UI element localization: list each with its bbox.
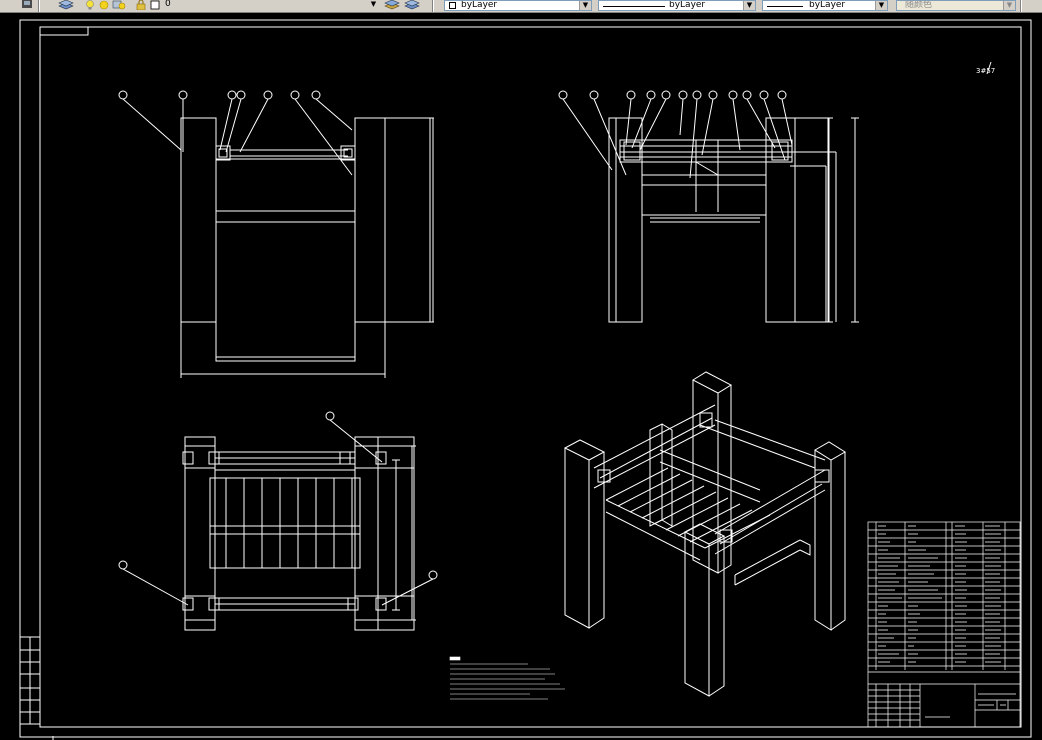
color-swatch [449, 2, 456, 9]
lineweight-control-value: byLayer [809, 0, 846, 10]
chevron-down-icon[interactable]: ▼ [1003, 1, 1015, 10]
plotstyle-control-value: 随颜色 [905, 0, 933, 10]
bill-of-materials-table [867, 521, 1021, 728]
linetype-control-dropdown[interactable]: byLayer ▼ [598, 0, 756, 11]
layer-previous-icon[interactable] [404, 0, 420, 10]
inner-drawing-frame [39, 26, 1022, 728]
layer-lock-icon[interactable] [134, 0, 148, 10]
lineweight-preview [767, 6, 803, 7]
isometric-view [563, 371, 846, 697]
sheet-label: 3#57 [976, 67, 995, 75]
layer-viewport-icon[interactable] [112, 0, 126, 10]
top-view [118, 411, 438, 631]
linetype-preview [603, 6, 665, 7]
chevron-down-icon[interactable]: ▼ [369, 0, 378, 9]
side-view-balloons [558, 90, 793, 179]
chevron-down-icon[interactable]: ▼ [743, 1, 755, 10]
lineweight-control-dropdown[interactable]: byLayer ▼ [762, 0, 888, 11]
outer-sheet-border [19, 19, 1032, 738]
layer-thaw-sun-icon[interactable] [98, 0, 110, 10]
layer-current-name: 0 [165, 0, 171, 9]
top-view-balloons [118, 411, 438, 606]
layer-dropdown[interactable]: 0 ▼ [160, 0, 378, 11]
linetype-control-value: byLayer [669, 0, 706, 10]
make-object-layer-current-icon[interactable] [384, 0, 400, 10]
workspace-icon[interactable] [20, 0, 34, 10]
left-revision-strip [19, 636, 41, 725]
layer-manager-icon[interactable] [58, 0, 74, 10]
chevron-down-icon[interactable]: ▼ [579, 1, 591, 10]
front-view [118, 90, 434, 378]
layer-on-lightbulb-icon[interactable] [85, 0, 95, 10]
corner-label-box [39, 26, 89, 36]
technical-notes [449, 656, 565, 700]
side-view [558, 90, 859, 323]
layer-color-swatch-icon[interactable] [150, 0, 160, 10]
cad-drawing-canvas[interactable]: 3#57 [0, 12, 1042, 740]
plotstyle-control-dropdown[interactable]: 随颜色 ▼ [896, 0, 1016, 11]
color-control-value: byLayer [461, 0, 498, 10]
chevron-down-icon[interactable]: ▼ [875, 1, 887, 10]
color-control-dropdown[interactable]: byLayer ▼ [444, 0, 592, 11]
front-view-balloons [118, 90, 353, 176]
